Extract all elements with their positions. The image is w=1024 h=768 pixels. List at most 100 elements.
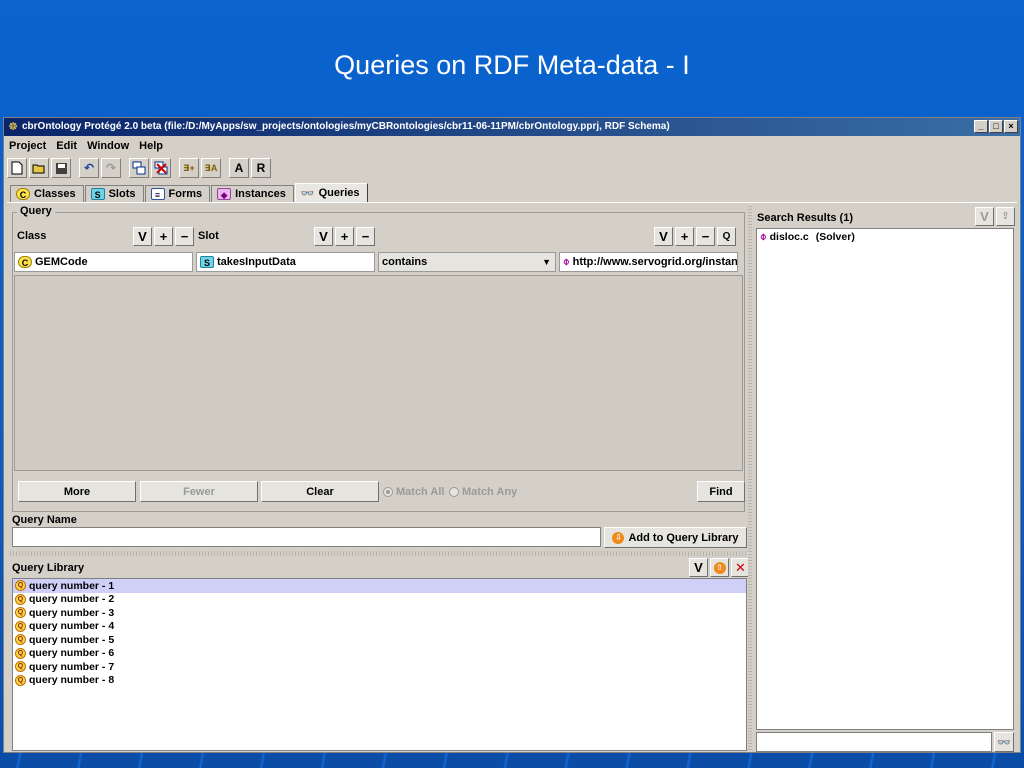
- search-input[interactable]: [756, 732, 992, 752]
- query-icon: Q: [15, 593, 26, 605]
- value-value: http://www.servogrid.org/instan...: [572, 256, 738, 268]
- binoculars-icon[interactable]: 👓: [994, 732, 1014, 752]
- save-icon[interactable]: [51, 158, 71, 178]
- menu-edit[interactable]: Edit: [51, 137, 82, 155]
- close-all-icon[interactable]: [151, 158, 171, 178]
- query-library-label: Query Library: [12, 562, 85, 574]
- result-name: disloc.c: [769, 231, 809, 243]
- form-icon: ≡: [150, 188, 165, 200]
- list-item[interactable]: Qquery number - 5: [13, 633, 746, 647]
- instance-icon: ⌽: [760, 230, 767, 243]
- class-add-button[interactable]: +: [154, 226, 173, 246]
- match-any-radio[interactable]: Match Any: [449, 486, 517, 498]
- match-all-label: Match All: [396, 486, 445, 498]
- tab-instances[interactable]: ◆ Instances: [211, 185, 294, 202]
- list-item-label: query number - 1: [29, 579, 115, 592]
- menu-help[interactable]: Help: [134, 137, 168, 155]
- undo-icon[interactable]: ↶: [79, 158, 99, 178]
- r-button[interactable]: R: [251, 158, 271, 178]
- query-row: C GEMCode S takesInputData contains ▼ ⌽ …: [14, 252, 738, 272]
- insert-alt-icon[interactable]: ∃A: [201, 158, 221, 178]
- query-library-list: Qquery number - 1 Qquery number - 2 Qque…: [12, 578, 747, 751]
- results-view-button[interactable]: V: [975, 207, 994, 226]
- slot-field[interactable]: S takesInputData: [196, 252, 375, 272]
- library-retrieve-button[interactable]: ⇧: [710, 558, 729, 577]
- list-item[interactable]: Qquery number - 3: [13, 606, 746, 620]
- fewer-button[interactable]: Fewer: [140, 481, 258, 502]
- query-icon: Q: [15, 647, 26, 659]
- value-query-button[interactable]: Q: [717, 226, 736, 246]
- list-item-label: query number - 7: [29, 660, 115, 673]
- class-remove-button[interactable]: −: [175, 226, 194, 246]
- query-icon: Q: [15, 634, 26, 646]
- open-folder-icon[interactable]: [29, 158, 49, 178]
- menu-project[interactable]: Project: [4, 137, 51, 155]
- cascade-icon[interactable]: [129, 158, 149, 178]
- slot-view-button[interactable]: V: [314, 226, 333, 246]
- match-any-label: Match Any: [462, 486, 518, 498]
- protege-window: ☸ cbrOntology Protégé 2.0 beta (file:/D:…: [3, 117, 1021, 753]
- list-item[interactable]: Qquery number - 2: [13, 593, 746, 607]
- value-field[interactable]: ⌽ http://www.servogrid.org/instan...: [559, 252, 738, 272]
- query-icon: Q: [15, 661, 26, 673]
- window-titlebar[interactable]: ☸ cbrOntology Protégé 2.0 beta (file:/D:…: [4, 118, 1020, 136]
- a-button[interactable]: A: [229, 158, 249, 178]
- slot-icon: S: [200, 256, 214, 268]
- operator-select[interactable]: contains ▼: [378, 252, 556, 272]
- clear-button[interactable]: Clear: [261, 481, 379, 502]
- class-field[interactable]: C GEMCode: [14, 252, 193, 272]
- toolbar: ↶ ↷ ∃+ ∃A A R: [7, 157, 273, 179]
- library-view-button[interactable]: V: [689, 558, 708, 577]
- list-item[interactable]: Qquery number - 4: [13, 620, 746, 634]
- list-item[interactable]: Qquery number - 6: [13, 647, 746, 661]
- list-item-label: query number - 3: [29, 606, 115, 619]
- search-results-buttons: V ⇪: [973, 207, 1015, 226]
- class-view-button[interactable]: V: [133, 226, 152, 246]
- slot-remove-button[interactable]: −: [356, 226, 375, 246]
- insert-icon[interactable]: ∃+: [179, 158, 199, 178]
- instance-icon: ⌽: [563, 255, 570, 268]
- tab-classes[interactable]: C Classes: [10, 185, 84, 202]
- tab-label: Classes: [34, 188, 76, 200]
- value-header: V + − Q: [652, 225, 742, 247]
- slot-header-label: Slot: [198, 230, 219, 242]
- query-name-label: Query Name: [12, 514, 77, 526]
- radio-dot: [383, 487, 393, 497]
- class-icon: C: [18, 256, 32, 268]
- close-button[interactable]: ×: [1004, 120, 1018, 133]
- menu-window[interactable]: Window: [82, 137, 134, 155]
- query-pane: Query Class V + − Slot V + − V + − Q C G…: [10, 205, 750, 751]
- list-item[interactable]: ⌽ disloc.c (Solver): [757, 229, 1013, 245]
- binoculars-icon: 👓: [300, 187, 315, 200]
- more-button[interactable]: More: [18, 481, 136, 502]
- query-group-label: Query: [17, 205, 55, 217]
- tab-queries[interactable]: 👓 Queries: [294, 183, 368, 202]
- list-item-label: query number - 4: [29, 620, 115, 633]
- list-item[interactable]: Qquery number - 1: [13, 579, 746, 593]
- new-file-icon[interactable]: [7, 158, 27, 178]
- value-add-button[interactable]: +: [675, 226, 694, 246]
- redo-icon[interactable]: ↷: [101, 158, 121, 178]
- vertical-splitter[interactable]: [748, 206, 752, 751]
- class-header: Class V + −: [14, 225, 194, 247]
- results-export-button[interactable]: ⇪: [996, 207, 1015, 226]
- slide-title: Queries on RDF Meta-data - I: [334, 50, 690, 80]
- add-to-query-library-button[interactable]: ⇩ Add to Query Library: [604, 527, 747, 548]
- slot-add-button[interactable]: +: [335, 226, 354, 246]
- list-item-label: query number - 2: [29, 593, 115, 606]
- tab-forms[interactable]: ≡ Forms: [144, 185, 211, 202]
- splitter[interactable]: [10, 551, 747, 556]
- match-all-radio[interactable]: Match All: [383, 486, 445, 498]
- retrieve-icon: ⇧: [713, 561, 726, 574]
- tab-label: Forms: [168, 188, 203, 200]
- list-item[interactable]: Qquery number - 8: [13, 674, 746, 688]
- query-name-input[interactable]: [12, 527, 601, 547]
- value-remove-button[interactable]: −: [696, 226, 715, 246]
- tab-bar: C Classes S Slots ≡ Forms ◆ Instances 👓 …: [10, 182, 369, 202]
- maximize-button[interactable]: □: [989, 120, 1003, 133]
- list-item[interactable]: Qquery number - 7: [13, 660, 746, 674]
- minimize-button[interactable]: _: [974, 120, 988, 133]
- tab-slots[interactable]: S Slots: [84, 185, 144, 202]
- find-button[interactable]: Find: [697, 481, 745, 502]
- value-view-button[interactable]: V: [654, 226, 673, 246]
